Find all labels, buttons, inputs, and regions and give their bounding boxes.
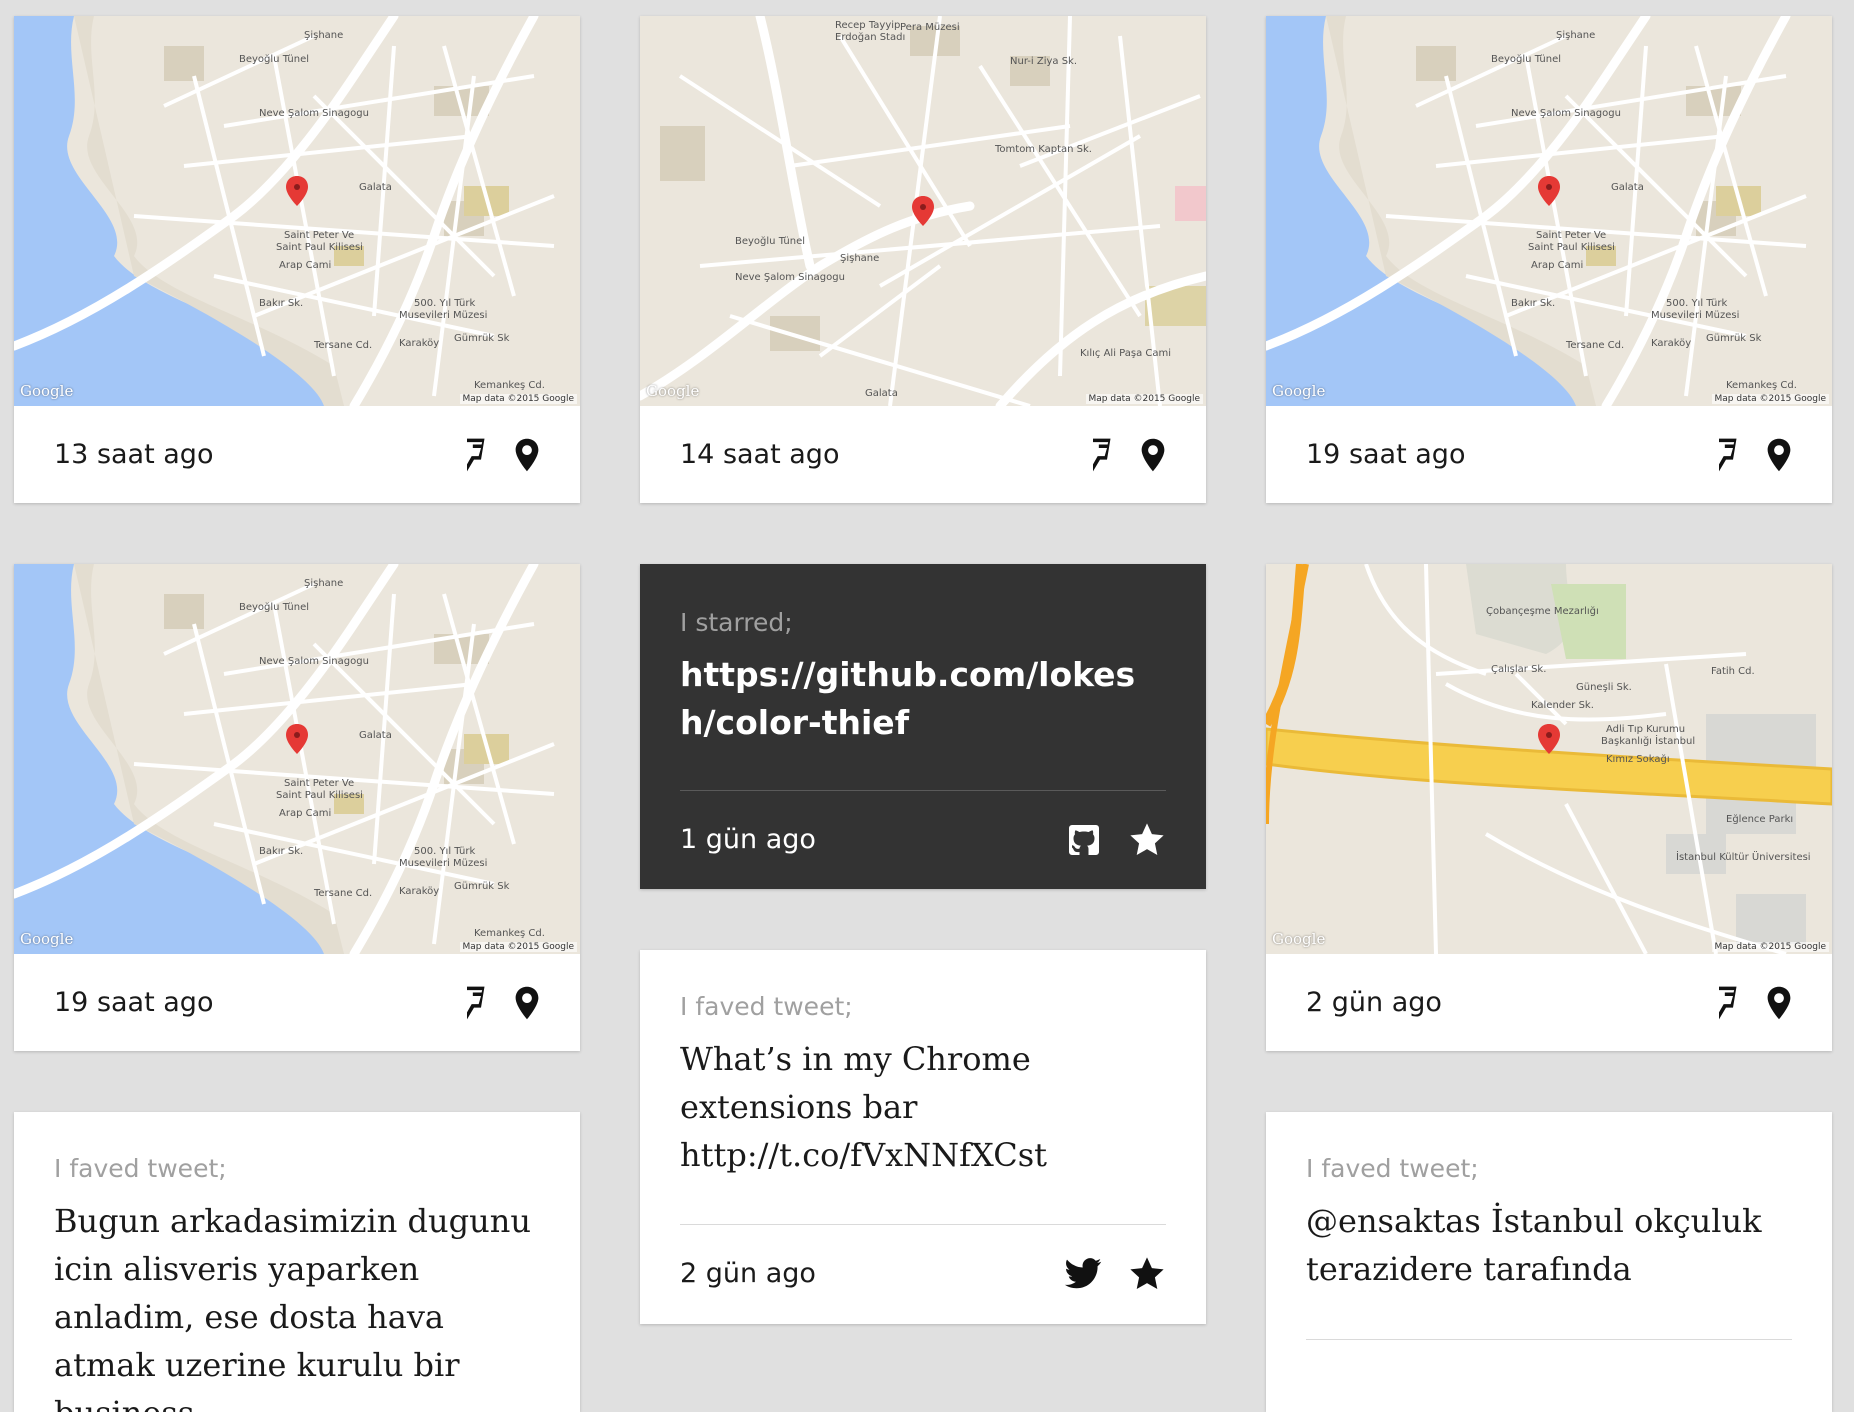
foursquare-icon[interactable] — [1086, 436, 1114, 474]
location-pin-icon[interactable] — [514, 985, 540, 1021]
map-brand: Google — [1272, 930, 1326, 948]
location-pin-icon[interactable] — [1140, 437, 1166, 473]
map-attribution: Map data ©2015 Google — [1711, 394, 1829, 404]
map-card-1[interactable]: Google Map data ©2015 Google 13 saat ago — [14, 16, 580, 503]
activity-label: I faved tweet; — [54, 1154, 227, 1183]
map-attribution: Map data ©2015 Google — [1711, 942, 1829, 952]
faved-tweet-card-3[interactable]: I faved tweet; @ensaktas İstanbul okçulu… — [1266, 1112, 1832, 1412]
foursquare-icon[interactable] — [460, 436, 488, 474]
twitter-icon[interactable] — [1064, 1258, 1102, 1290]
map-attribution: Map data ©2015 Google — [459, 942, 577, 952]
map-card-5[interactable]: Google Map data ©2015 Google 2 gün ago — [1266, 564, 1832, 1051]
location-pin-icon[interactable] — [1766, 985, 1792, 1021]
timestamp: 19 saat ago — [54, 987, 214, 1018]
activity-label: I faved tweet; — [1306, 1154, 1479, 1183]
map-image[interactable]: Google Map data ©2015 Google — [14, 16, 580, 406]
timestamp: 14 saat ago — [680, 439, 840, 470]
timestamp: 19 saat ago — [1306, 439, 1466, 470]
tweet-text: Bugun arkadasimizin dugunu icin alisveri… — [54, 1202, 531, 1412]
tweet-text: @ensaktas İstanbul okçuluk terazidere ta… — [1306, 1202, 1762, 1288]
map-image[interactable]: Google Map data ©2015 Google — [14, 564, 580, 954]
foursquare-icon[interactable] — [1712, 984, 1740, 1022]
faved-tweet-card-2[interactable]: I faved tweet; Bugun arkadasimizin dugun… — [14, 1112, 580, 1412]
location-pin-icon[interactable] — [514, 437, 540, 473]
foursquare-icon[interactable] — [460, 984, 488, 1022]
map-brand: Google — [20, 382, 74, 400]
timestamp: 1 gün ago — [680, 824, 816, 855]
map-attribution: Map data ©2015 Google — [1085, 394, 1203, 404]
map-brand: Google — [1272, 382, 1326, 400]
starred-repo-link[interactable]: https://github.com/lokesh/color-thief — [680, 651, 1166, 747]
map-brand: Google — [20, 930, 74, 948]
star-icon[interactable] — [1128, 821, 1166, 859]
map-card-3[interactable]: Google Map data ©2015 Google 19 saat ago — [1266, 16, 1832, 503]
map-attribution: Map data ©2015 Google — [459, 394, 577, 404]
github-starred-card[interactable]: I starred; https://github.com/lokesh/col… — [640, 564, 1206, 889]
map-card-4[interactable]: Google Map data ©2015 Google 19 saat ago — [14, 564, 580, 1051]
star-icon[interactable] — [1128, 1255, 1166, 1293]
map-brand: Google — [646, 382, 700, 400]
timestamp: 2 gün ago — [680, 1258, 816, 1289]
timestamp: 13 saat ago — [54, 439, 214, 470]
location-pin-icon[interactable] — [1766, 437, 1792, 473]
activity-label: I starred; — [680, 608, 793, 637]
github-icon[interactable] — [1066, 822, 1102, 858]
activity-label: I faved tweet; — [680, 992, 853, 1021]
map-card-2[interactable]: Google Map data ©2015 Google 14 saat ago — [640, 16, 1206, 503]
timestamp: 2 gün ago — [1306, 987, 1442, 1018]
divider — [1306, 1339, 1792, 1340]
tweet-text: What’s in my Chrome extensions bar http:… — [680, 1040, 1047, 1174]
faved-tweet-card-1[interactable]: I faved tweet; What’s in my Chrome exten… — [640, 950, 1206, 1324]
map-image[interactable]: Google Map data ©2015 Google — [640, 16, 1206, 406]
foursquare-icon[interactable] — [1712, 436, 1740, 474]
map-image[interactable]: Google Map data ©2015 Google — [1266, 16, 1832, 406]
map-image[interactable]: Google Map data ©2015 Google — [1266, 564, 1832, 954]
